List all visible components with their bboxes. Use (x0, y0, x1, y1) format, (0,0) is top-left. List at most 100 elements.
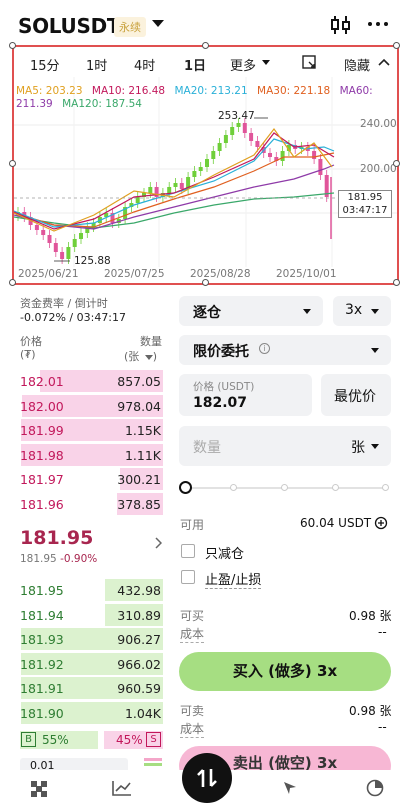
transfer-add-icon[interactable] (374, 516, 388, 530)
ask-row[interactable]: 182.01 857.05 (18, 370, 163, 394)
ask-quantity: 1.15K (124, 423, 161, 438)
tpsl-checkbox[interactable] (181, 570, 195, 584)
tpsl-label[interactable]: 止盈/止损 (205, 569, 262, 589)
tab-1d[interactable]: 1日 (184, 55, 206, 74)
assets-pie-icon[interactable] (366, 779, 384, 797)
book-layout-icon[interactable] (144, 758, 162, 770)
symbol-dropdown-icon[interactable] (152, 20, 164, 27)
timeframe-bar: 15分 1时 4时 1日 更多 隐藏 (14, 47, 397, 77)
buy-tag: B (21, 732, 36, 747)
slider-thumb[interactable] (179, 481, 192, 494)
chevron-right-icon[interactable] (154, 537, 162, 549)
bid-row[interactable]: 181.93 906.27 (18, 628, 163, 652)
can-buy-value: 0.98 张 (349, 609, 392, 623)
price-chart[interactable]: 15分 1时 4时 1日 更多 隐藏 MA5: 203.23 MA10: 216… (9, 42, 400, 286)
candle-body (60, 252, 65, 259)
available-value: 60.04 USDT (300, 516, 372, 530)
market-chart-icon[interactable] (112, 780, 132, 796)
quantity-unit-dropdown-icon[interactable] (371, 444, 379, 449)
current-price-value: 181.95 (347, 192, 383, 203)
candle-body (173, 183, 178, 187)
compass-icon[interactable] (281, 779, 299, 797)
bid-price: 181.91 (20, 681, 64, 696)
ma30-value: MA30: 221.18 (257, 85, 331, 97)
resize-handle-tr[interactable] (393, 42, 400, 49)
chevron-up-icon[interactable] (378, 58, 390, 66)
price-input-value: 182.07 (193, 395, 248, 411)
order-type-dropdown-icon (371, 348, 379, 353)
bid-row[interactable]: 181.90 1.04K (18, 701, 163, 726)
resize-handle-mr[interactable] (393, 160, 400, 167)
margin-mode-select[interactable]: 逐仓 (179, 296, 323, 326)
candle-body (34, 225, 39, 230)
info-icon[interactable]: i (259, 343, 270, 354)
quantity-slider[interactable] (179, 480, 391, 496)
can-buy-label: 可买 (180, 609, 205, 623)
more-menu-icon[interactable] (368, 22, 388, 26)
quantity-input[interactable]: 数量 张 (179, 426, 391, 466)
ma10-value: MA10: 216.48 (91, 85, 166, 97)
tab-more[interactable]: 更多 (230, 55, 256, 74)
ask-row[interactable]: 182.00 978.04 (18, 394, 163, 419)
ask-row[interactable]: 181.97 300.21 (18, 468, 163, 492)
leverage-dropdown-icon (371, 309, 379, 314)
best-price-button[interactable]: 最优价 (321, 374, 391, 416)
ask-quantity: 300.21 (117, 472, 161, 487)
bid-row[interactable]: 181.91 960.59 (18, 677, 163, 701)
candle-body (154, 187, 159, 197)
tab-4h[interactable]: 4时 (134, 55, 155, 74)
bid-price: 181.90 (20, 705, 64, 721)
ma120-value: MA120: 187.54 (62, 98, 142, 110)
bid-row[interactable]: 181.95 432.98 (18, 579, 163, 603)
trade-center-button[interactable] (182, 753, 232, 803)
ask-row[interactable]: 181.98 1.11K (18, 443, 163, 468)
candle-body (217, 143, 222, 151)
depth-selector[interactable]: 0.01 (20, 758, 128, 770)
resize-handle-bc[interactable] (202, 279, 209, 286)
more-dropdown-icon[interactable] (262, 60, 270, 65)
resize-handle-tc[interactable] (202, 42, 209, 49)
slider-step-50[interactable] (281, 484, 288, 491)
swap-arrows-icon (197, 769, 217, 787)
candle-body (280, 151, 285, 161)
fullscreen-icon[interactable] (302, 55, 316, 69)
buy-long-button[interactable]: 买入 (做多) 3x (179, 652, 391, 691)
x-tick-4: 2025/10/01 (276, 268, 337, 280)
grid-menu-icon[interactable] (30, 780, 48, 798)
ask-price: 182.00 (20, 398, 64, 414)
slider-step-75[interactable] (332, 484, 339, 491)
order-type-select[interactable]: 限价委托 i (179, 335, 391, 365)
qty-unit-dropdown-icon[interactable] (144, 355, 153, 360)
symbol-title[interactable]: SOLUSDT (18, 14, 121, 38)
tab-15m[interactable]: 15分 (30, 55, 60, 74)
last-price: 181.95 (20, 527, 94, 549)
ask-price: 181.98 (20, 447, 64, 463)
resize-handle-bl[interactable] (9, 279, 16, 286)
bid-quantity: 966.02 (117, 656, 161, 672)
ask-price: 181.96 (20, 496, 64, 512)
slider-step-100[interactable] (382, 484, 389, 491)
candle-body (236, 123, 241, 127)
ask-row[interactable]: 181.96 378.85 (18, 492, 163, 517)
hide-chart-button[interactable]: 隐藏 (344, 55, 370, 74)
price-input[interactable]: 价格 (USDT) 182.07 (179, 374, 312, 416)
bid-price: 181.95 (20, 583, 64, 598)
slider-step-25[interactable] (230, 484, 237, 491)
candlestick-chart-icon[interactable] (330, 14, 352, 36)
resize-handle-tl[interactable] (9, 42, 16, 49)
leverage-select[interactable]: 3x (333, 296, 391, 326)
ask-row[interactable]: 181.99 1.15K (18, 419, 163, 443)
candle-body (66, 247, 71, 259)
candle-body (211, 151, 216, 159)
bid-row[interactable]: 181.92 966.02 (18, 652, 163, 677)
candle-body (179, 183, 184, 189)
ma5-value: MA5: 203.23 (16, 85, 83, 97)
resize-handle-ml[interactable] (9, 160, 16, 167)
tab-1h[interactable]: 1时 (86, 55, 107, 74)
quantity-unit[interactable]: 张 (351, 437, 365, 457)
qty-unit-selector[interactable]: (张 ) (124, 348, 157, 364)
candle-body (41, 230, 46, 235)
reduce-only-checkbox[interactable] (181, 544, 195, 558)
resize-handle-br[interactable] (393, 279, 400, 286)
bid-row[interactable]: 181.94 310.89 (18, 603, 163, 628)
